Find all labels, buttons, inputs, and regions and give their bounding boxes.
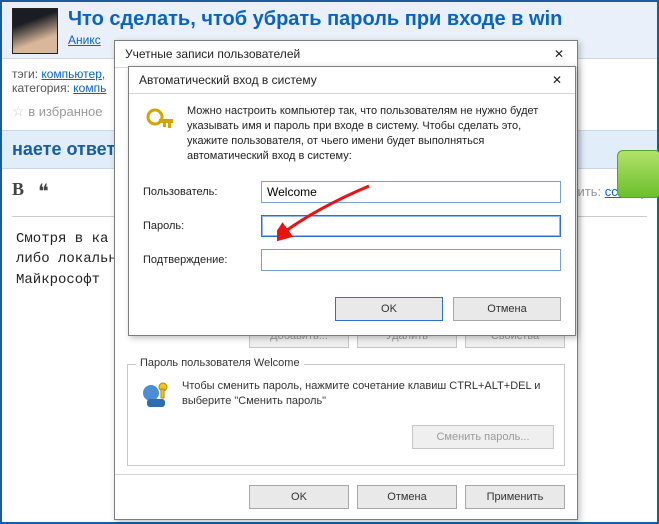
confirm-label: Подтверждение: (143, 254, 253, 266)
password-groupbox: Пароль пользователя Welcome Чтобы сменит… (127, 364, 565, 466)
category-label: категория: (12, 81, 73, 95)
user-key-icon (138, 377, 172, 411)
confirm-input[interactable] (261, 249, 561, 271)
vote-badge[interactable] (617, 150, 659, 198)
ua-apply-button[interactable]: Применить (465, 485, 565, 509)
al-title: Автоматический вход в систему (139, 73, 317, 87)
password-label: Пароль: (143, 220, 253, 232)
password-hint-text: Чтобы сменить пароль, нажмите сочетание … (182, 379, 554, 409)
tag-link-computer[interactable]: компьютер, (41, 67, 105, 81)
close-icon[interactable]: ✕ (545, 44, 573, 64)
auto-logon-dialog: Автоматический вход в систему ✕ Можно на… (128, 66, 576, 336)
groupbox-legend: Пароль пользователя Welcome (136, 357, 304, 369)
category-link[interactable]: компь (73, 81, 106, 95)
author-link[interactable]: Аникс (68, 33, 101, 47)
change-password-button[interactable]: Сменить пароль... (412, 425, 554, 449)
key-icon (143, 104, 177, 138)
user-label: Пользователь: (143, 186, 253, 198)
password-row: Пароль: (143, 215, 561, 237)
confirm-row: Подтверждение: (143, 249, 561, 271)
bold-button[interactable]: B (12, 179, 24, 204)
al-cancel-button[interactable]: Отмена (453, 297, 561, 321)
user-input[interactable] (261, 181, 561, 203)
ua-cancel-button[interactable]: Отмена (357, 485, 457, 509)
quote-button[interactable]: ❝ (38, 179, 49, 204)
al-ok-button[interactable]: OK (335, 297, 443, 321)
page-background: Что сделать, чтоб убрать пароль при вход… (2, 2, 657, 522)
ua-button-row: OK Отмена Применить (115, 474, 577, 519)
close-icon[interactable]: ✕ (543, 70, 571, 90)
ua-titlebar[interactable]: Учетные записи пользователей ✕ (115, 41, 577, 68)
avatar[interactable] (12, 8, 58, 54)
password-input[interactable] (261, 215, 561, 237)
tags-label: тэги: (12, 67, 41, 81)
ua-ok-button[interactable]: OK (249, 485, 349, 509)
user-row: Пользователь: (143, 181, 561, 203)
al-titlebar[interactable]: Автоматический вход в систему ✕ (129, 67, 575, 94)
ua-title: Учетные записи пользователей (125, 47, 300, 61)
al-description: Можно настроить компьютер так, что польз… (187, 104, 561, 163)
star-icon: ☆ (12, 103, 25, 119)
question-title[interactable]: Что сделать, чтоб убрать пароль при вход… (68, 8, 562, 31)
favorite-label: в избранное (28, 104, 102, 119)
